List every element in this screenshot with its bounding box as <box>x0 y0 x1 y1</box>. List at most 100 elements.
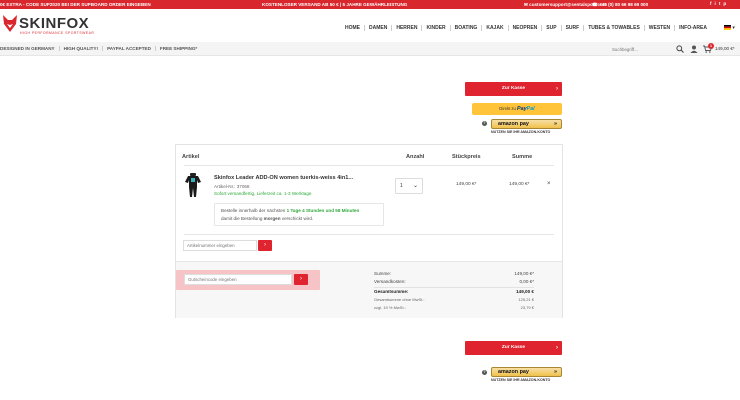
amazon-pay-subtext: NUTZEN SIE IHR AMAZON-KONTO <box>491 378 551 382</box>
quantity-select[interactable]: 1 ⌄ <box>395 178 423 194</box>
totals-value: 149,00 €* <box>514 271 534 276</box>
amazon-pay-label: amazon pay <box>498 121 529 127</box>
pinterest-icon[interactable]: p <box>723 1 726 6</box>
add-article-button[interactable]: › <box>258 240 272 251</box>
promo-text: 0€ EXTRA - CODE SUP2020 BEI DER SUPBOARD… <box>0 2 151 7</box>
nav-kajak[interactable]: KAJAK <box>481 25 507 31</box>
logo[interactable]: SKINFOX HIGH PERFORMANCE SPORTSWEAR <box>2 15 112 39</box>
totals-row: Gesamtsumme ohne MwSt.: 125,21 € <box>374 297 534 305</box>
chevron-down-icon: ⌄ <box>412 183 418 189</box>
totals-label: Gesamtsumme: <box>374 289 409 294</box>
help-icon[interactable]: ? <box>482 121 487 126</box>
nav-westen[interactable]: WESTEN <box>643 25 674 31</box>
product-image[interactable] <box>184 173 202 197</box>
nav-info-area[interactable]: INFO-AREA <box>674 25 711 31</box>
product-sku: Artikel-Nr.: 37068 <box>214 184 250 189</box>
nav-neopren[interactable]: NEOPREN <box>507 25 542 31</box>
twitter-icon[interactable]: t <box>719 1 721 6</box>
col-article: Artikel <box>182 154 200 160</box>
article-number-input[interactable] <box>183 240 257 251</box>
col-quantity: Anzahl <box>406 154 425 160</box>
totals-row: Versandkosten: 0,00 €* <box>374 279 534 287</box>
delivery-day: morgen <box>263 216 281 221</box>
cart-total[interactable]: 149,00 €* <box>715 46 735 51</box>
site-header: SKINFOX HIGH PERFORMANCE SPORTSWEAR HOME… <box>0 9 740 42</box>
totals-value: 0,00 €* <box>519 279 534 284</box>
totals-label: zzgl. 19 % MwSt.: <box>374 305 406 310</box>
nav-sup[interactable]: SUP <box>541 25 560 31</box>
usp-item: DESIGNED IN GERMANY <box>0 46 55 51</box>
to-checkout-button-top[interactable]: Zur Kasse › <box>465 82 562 96</box>
delivery-line-1: Bestelle innerhalb der nächsten 1 Tage 4… <box>221 208 359 213</box>
amazon-pay-button-bottom[interactable]: amazon pay » <box>491 367 562 377</box>
chevrons-right-icon: » <box>554 369 557 375</box>
search-input[interactable] <box>612 44 674 54</box>
paypal-logo-a: Pay <box>517 106 527 112</box>
divider <box>184 165 554 166</box>
nav-damen[interactable]: DAMEN <box>364 25 391 31</box>
totals-row-grand: Gesamtsumme: 149,00 € <box>374 289 534 297</box>
fox-logo-icon <box>3 15 17 32</box>
paypal-express-button[interactable]: Direkt zu PayPal <box>472 103 562 115</box>
nav-home[interactable]: HOME <box>343 25 364 31</box>
to-checkout-label: Zur Kasse <box>501 345 526 350</box>
german-flag-icon <box>724 25 731 31</box>
nav-kinder[interactable]: KINDER <box>421 25 449 31</box>
divider <box>184 234 554 235</box>
chevron-right-icon: › <box>556 345 558 351</box>
amazon-pay-label: amazon pay <box>498 369 529 375</box>
to-checkout-button-bottom[interactable]: Zur Kasse › <box>465 341 562 355</box>
amazon-pay-subtext: NUTZEN SIE IHR AMAZON-KONTO <box>491 130 551 134</box>
delivery-text: Bestelle innerhalb der nächsten <box>221 208 287 213</box>
stock-status: Sofort versandfertig, Lieferzeit ca. 1-3… <box>214 191 312 196</box>
main-nav: HOME DAMEN HERREN KINDER BOATING KAJAK N… <box>343 25 711 31</box>
usp-item: PAYPAL ACCEPTED <box>102 46 155 51</box>
help-icon[interactable]: ? <box>482 370 487 375</box>
unit-price: 149,00 €* <box>456 182 477 187</box>
nav-herren[interactable]: HERREN <box>391 25 421 31</box>
nav-boating[interactable]: BOATING <box>449 25 482 31</box>
chevron-down-icon: ▾ <box>732 25 735 31</box>
paypal-prefix: Direkt zu <box>499 106 516 111</box>
search-icon[interactable] <box>676 45 684 53</box>
remove-item-icon[interactable]: × <box>547 181 551 187</box>
user-icon[interactable] <box>690 45 698 53</box>
usp-list: DESIGNED IN GERMANY HIGH QUALITY! PAYPAL… <box>0 46 201 51</box>
promo-bar: 0€ EXTRA - CODE SUP2020 BEI DER SUPBOARD… <box>0 0 740 9</box>
to-checkout-label: Zur Kasse <box>501 86 526 91</box>
delivery-countdown: 1 Tage 4 Stunden und 58 Minuten <box>286 208 360 213</box>
support-phone-text: +49 (0) 80 66 98 69 000 <box>599 2 649 7</box>
divider <box>374 287 534 288</box>
product-name[interactable]: Skinfox Leader ADD-ON women tuerkis-weis… <box>214 175 353 181</box>
shipping-info: KOSTENLOSER VERSAND AB 50 € | 5 JAHRE GE… <box>262 2 408 7</box>
brand-tagline: HIGH PERFORMANCE SPORTSWEAR <box>20 31 95 35</box>
paypal-logo: PayPal <box>517 106 535 112</box>
line-sum: 149,00 €* <box>509 182 530 187</box>
paypal-logo-b: Pal <box>526 106 535 112</box>
usp-item: FREE SHIPPING* <box>154 46 201 51</box>
delivery-text: damit die Bestellung <box>221 216 264 221</box>
usp-bar: DESIGNED IN GERMANY HIGH QUALITY! PAYPAL… <box>0 42 740 56</box>
instagram-icon[interactable]: i <box>715 1 716 6</box>
social-links: f i t p <box>710 1 726 6</box>
amazon-pay-button-top[interactable]: amazon pay » <box>491 119 562 129</box>
facebook-icon[interactable]: f <box>710 1 712 6</box>
col-unit-price: Stückpreis <box>452 154 481 160</box>
brand-name: SKINFOX <box>19 15 90 32</box>
col-sum: Summe <box>512 154 533 160</box>
cart-count-badge: 1 <box>708 43 714 49</box>
chevrons-right-icon: » <box>554 121 557 127</box>
nav-surf[interactable]: SURF <box>560 25 584 31</box>
totals-label: Gesamtsumme ohne MwSt.: <box>374 297 425 302</box>
support-phone[interactable]: ☎ +49 (0) 80 66 98 69 000 <box>592 2 648 8</box>
delivery-line-2: damit die Bestellung morgen verschickt w… <box>221 216 313 221</box>
cart-table: Artikel Anzahl Stückpreis Summe Skinfox … <box>175 144 563 318</box>
voucher-input[interactable] <box>184 274 292 285</box>
language-selector[interactable]: ▾ <box>724 25 735 31</box>
totals-value: 23,79 € <box>520 305 534 310</box>
apply-voucher-button[interactable]: › <box>294 274 308 285</box>
chevron-right-icon: › <box>556 86 558 92</box>
totals-label: Summe: <box>374 271 392 276</box>
delivery-text: verschickt wird. <box>280 216 314 221</box>
nav-tubes[interactable]: TUBES & TOWABLES <box>583 25 644 31</box>
